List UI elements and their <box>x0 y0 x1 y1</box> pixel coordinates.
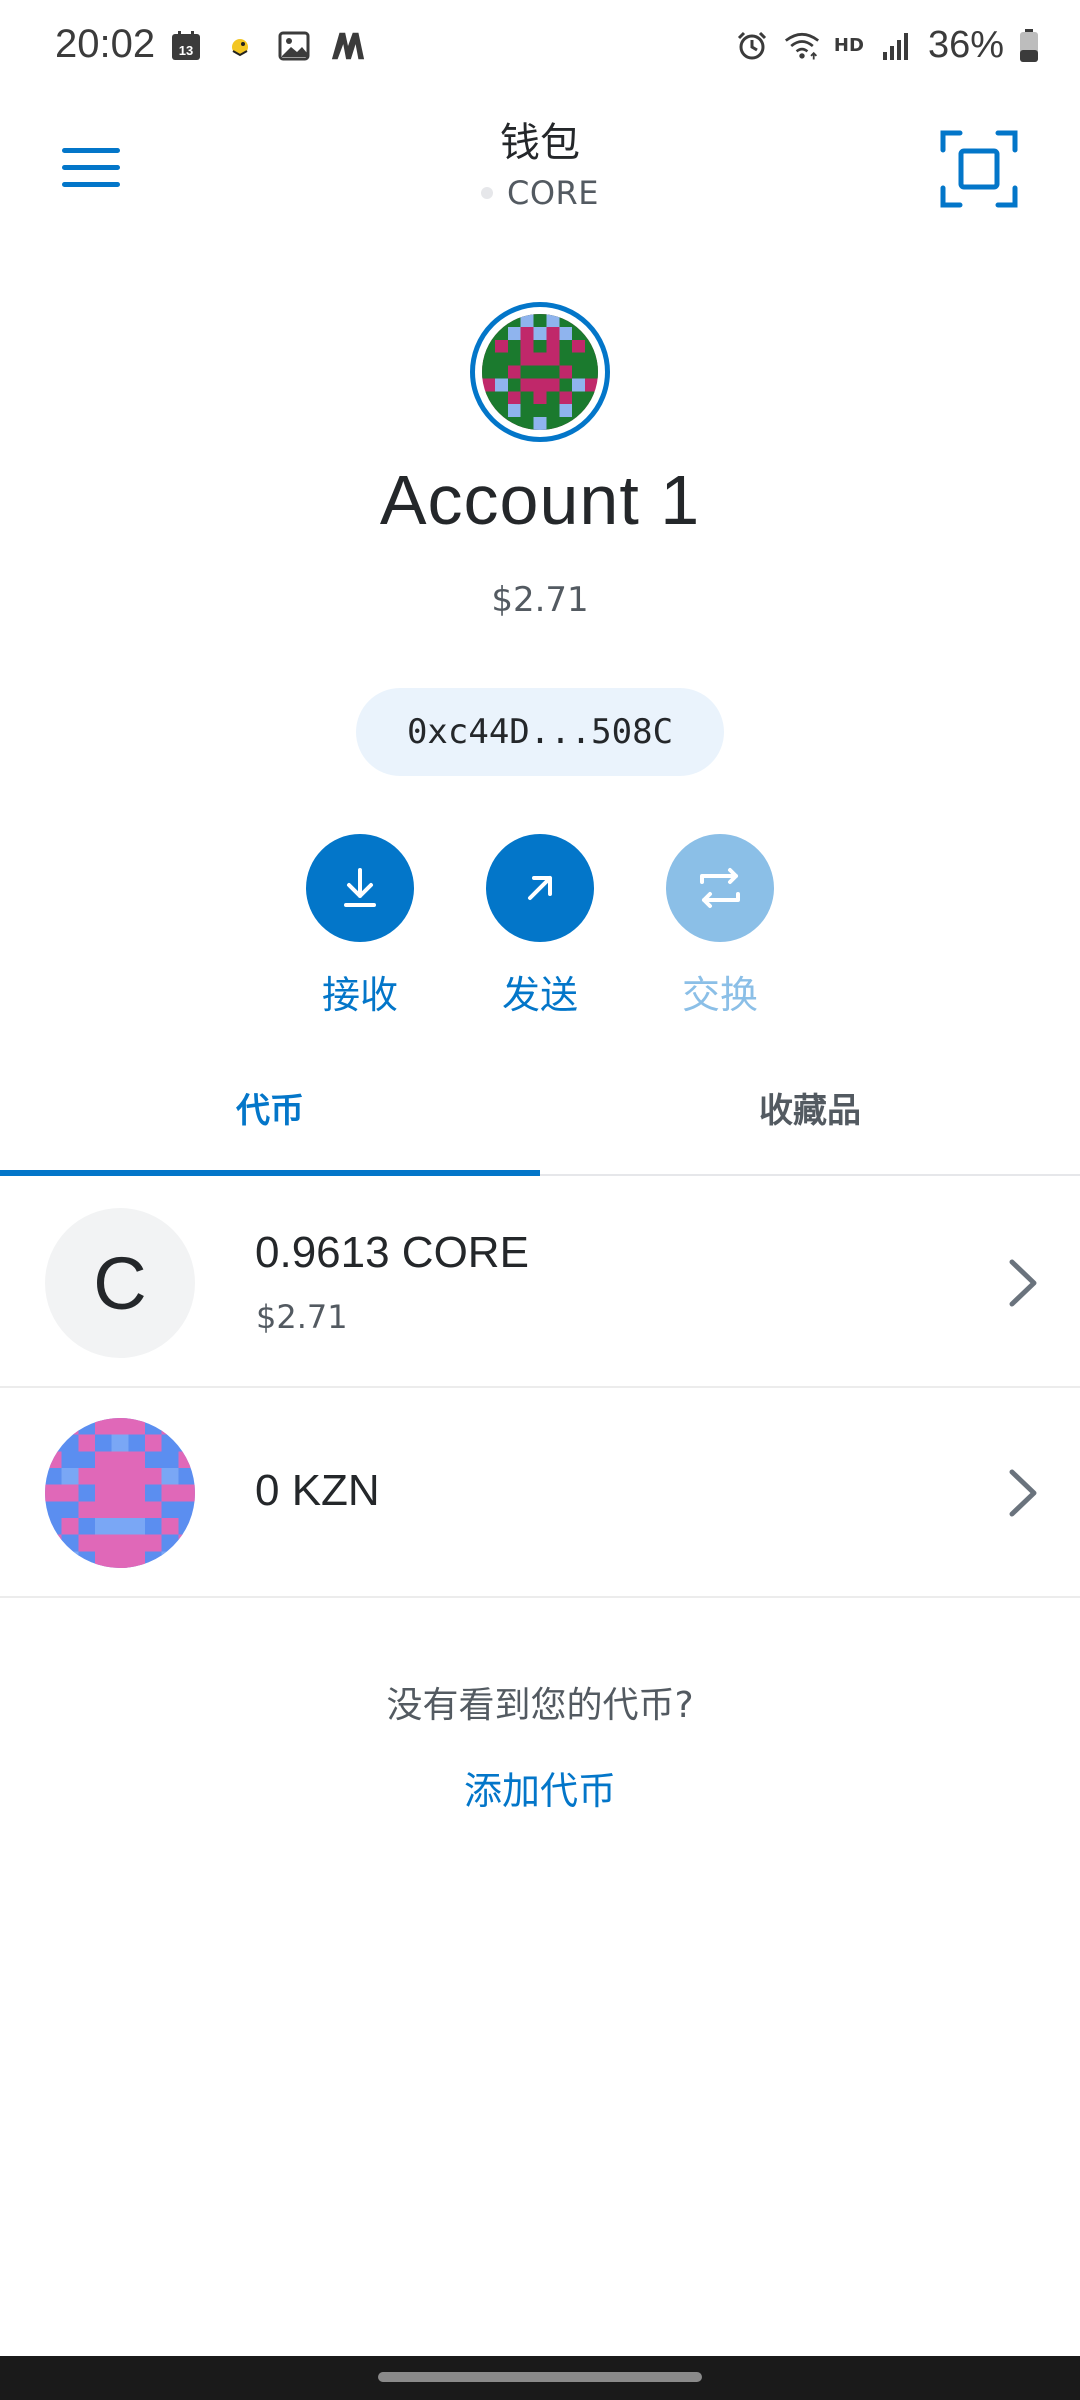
arrow-up-right-icon <box>486 834 594 942</box>
status-notification-icons: 13 <box>168 28 366 64</box>
battery-icon <box>1018 28 1040 64</box>
account-balance: $2.71 <box>491 580 589 620</box>
receive-button[interactable]: 接收 <box>290 834 430 1019</box>
swap-button[interactable]: 交换 <box>650 834 790 1019</box>
network-type-label: HD <box>833 35 864 56</box>
status-bar: 20:02 13 HD 36% <box>0 0 1080 100</box>
calendar-icon: 13 <box>168 28 204 64</box>
network-label: CORE <box>507 174 599 212</box>
chevron-right-icon <box>1006 1466 1040 1520</box>
system-nav-bar <box>0 2356 1080 2400</box>
token-row-kzn[interactable]: 0 KZN <box>0 1388 1080 1598</box>
battery-percent: 36% <box>927 24 1004 66</box>
page-title: 钱包 <box>500 120 580 166</box>
token-amount: 0 KZN <box>255 1466 380 1515</box>
send-label: 发送 <box>501 973 578 1017</box>
send-button[interactable]: 发送 <box>470 834 610 1019</box>
tab-tokens[interactable]: 代币 <box>0 1040 540 1174</box>
account-address-button[interactable]: 0xc44D...508C <box>356 688 724 776</box>
tab-collectibles[interactable]: 收藏品 <box>540 1040 1080 1174</box>
receive-label: 接收 <box>321 973 398 1017</box>
wifi-icon <box>784 28 820 64</box>
signal-icon <box>878 28 914 64</box>
network-selector[interactable]: CORE <box>0 174 1080 212</box>
bird-app-icon <box>222 28 258 64</box>
gallery-icon <box>276 28 312 64</box>
swap-label: 交换 <box>681 973 758 1017</box>
token-row-core[interactable]: C 0.9613 CORE $2.71 <box>0 1178 1080 1388</box>
app-m-icon <box>330 28 366 64</box>
download-icon <box>306 834 414 942</box>
calendar-day: 13 <box>179 43 193 58</box>
core-token-icon: C <box>45 1208 195 1358</box>
active-tab-indicator <box>0 1170 540 1176</box>
alarm-icon <box>734 28 770 64</box>
token-fiat-value: $2.71 <box>256 1298 348 1336</box>
app-header: 钱包 CORE <box>0 100 1080 240</box>
chevron-right-icon <box>1006 1256 1040 1310</box>
home-gesture-handle[interactable] <box>378 2372 702 2382</box>
asset-tabs: 代币 收藏品 <box>0 1040 1080 1176</box>
scan-qr-icon[interactable] <box>940 130 1018 208</box>
status-system-icons: HD 36% <box>734 24 1040 67</box>
missing-token-prompt: 没有看到您的代币? <box>386 1685 694 1726</box>
swap-icon <box>666 834 774 942</box>
status-time: 20:02 <box>55 22 156 66</box>
kzn-token-icon <box>45 1418 195 1568</box>
network-status-dot <box>481 187 493 199</box>
account-identicon <box>482 314 598 430</box>
account-avatar[interactable] <box>470 302 610 442</box>
account-name[interactable]: Account 1 <box>0 460 1080 540</box>
token-amount: 0.9613 CORE <box>255 1228 529 1277</box>
add-token-link[interactable]: 添加代币 <box>0 1760 1080 1815</box>
header-center: 钱包 CORE <box>0 116 1080 212</box>
